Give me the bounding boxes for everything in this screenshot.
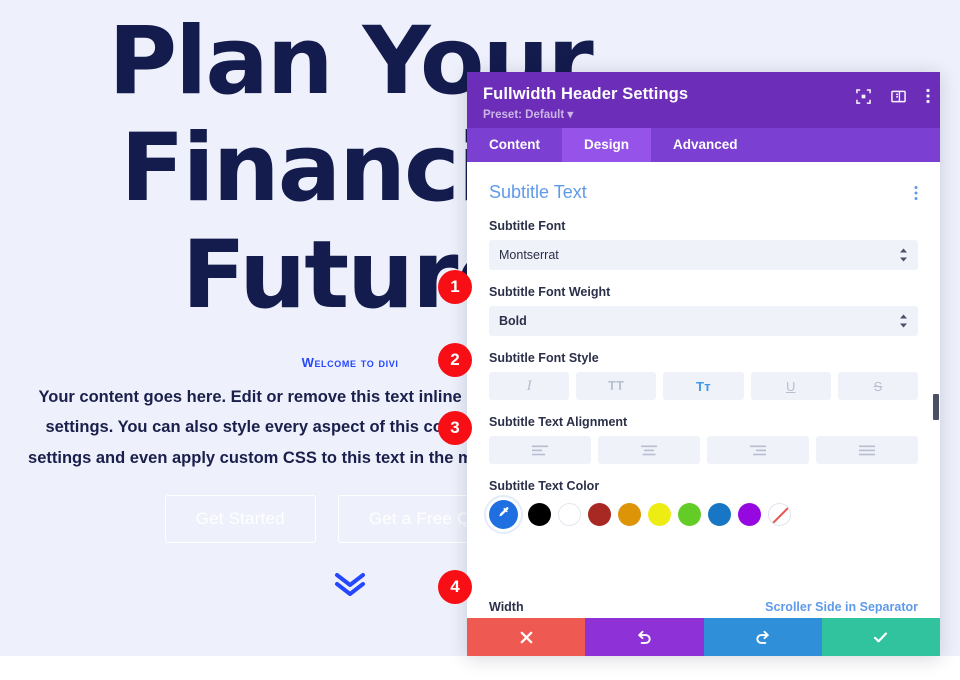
subtitle-text-color-field: Subtitle Text Color [489, 479, 918, 529]
subtitle-font-field: Subtitle Font Montserrat [489, 219, 918, 270]
subtitle-text-alignment-label: Subtitle Text Alignment [489, 415, 628, 429]
modal-body: Subtitle Text Subtitle Font Montserrat S… [467, 162, 940, 618]
double-chevron-down-icon [333, 572, 367, 601]
undo-icon [636, 629, 653, 646]
swatch-green[interactable] [678, 503, 701, 526]
swatch-black[interactable] [528, 503, 551, 526]
modal-footer [467, 618, 940, 656]
swatch-yellow[interactable] [648, 503, 671, 526]
align-justify-icon [859, 445, 875, 456]
screen-root: Plan Your Financial Future Welcome to Di… [0, 0, 960, 680]
get-started-button[interactable]: Get Started [164, 494, 316, 543]
layout-panel-icon[interactable] [891, 89, 906, 104]
redo-button[interactable] [703, 618, 822, 656]
step-badge-2: 2 [438, 343, 472, 377]
page-below-hero [0, 656, 960, 680]
modal-header-icon-group [856, 88, 930, 104]
strikethrough-button[interactable]: S [837, 372, 919, 400]
step-badge-3: 3 [438, 411, 472, 445]
color-swatch-group [489, 500, 918, 529]
font-style-button-group: I TT Tᴛ U S [489, 372, 919, 400]
tab-advanced[interactable]: Advanced [651, 128, 760, 162]
swatch-orange[interactable] [618, 503, 641, 526]
italic-button[interactable]: I [489, 372, 570, 400]
select-arrows-icon [899, 314, 908, 329]
subtitle-font-label: Subtitle Font [489, 219, 566, 233]
subtitle-text-section-header: Subtitle Text [489, 182, 918, 203]
text-alignment-button-group [489, 436, 918, 464]
swatch-dark-red[interactable] [588, 503, 611, 526]
subtitle-font-style-label: Subtitle Font Style [489, 351, 599, 365]
step-badge-4: 4 [438, 570, 472, 604]
more-vertical-icon[interactable] [914, 185, 918, 201]
more-vertical-icon[interactable] [926, 88, 930, 104]
subtitle-text-color-label: Subtitle Text Color [489, 479, 600, 493]
align-justify-button[interactable] [816, 436, 918, 464]
swatch-purple[interactable] [738, 503, 761, 526]
modal-scrollbar-thumb[interactable] [933, 394, 939, 420]
next-settings-row: Width Scroller Side in Separator [489, 600, 918, 614]
subtitle-font-style-field: Subtitle Font Style I TT Tᴛ U S [489, 351, 919, 400]
subtitle-font-weight-value: Bold [499, 314, 527, 328]
eyedropper-icon [496, 505, 511, 525]
swatch-transparent[interactable] [768, 503, 791, 526]
save-button[interactable] [821, 618, 940, 656]
align-right-icon [750, 445, 766, 456]
align-center-button[interactable] [598, 436, 700, 464]
small-caps-button[interactable]: Tᴛ [663, 372, 744, 400]
align-center-icon [641, 445, 657, 456]
undo-button[interactable] [585, 618, 704, 656]
subtitle-font-weight-field: Subtitle Font Weight Bold [489, 285, 918, 336]
preset-selector[interactable]: Preset: Default ▾ [483, 107, 924, 121]
redo-icon [754, 629, 771, 646]
subtitle-font-weight-label: Subtitle Font Weight [489, 285, 611, 299]
subtitle-font-select[interactable]: Montserrat [489, 240, 918, 270]
swatch-white[interactable] [558, 503, 581, 526]
modal-tab-bar: Content Design Advanced [467, 128, 940, 162]
chevron-down-icon: ▾ [567, 109, 574, 121]
swatch-blue[interactable] [708, 503, 731, 526]
subtitle-text-alignment-field: Subtitle Text Alignment [489, 415, 918, 464]
step-badge-1: 1 [438, 270, 472, 304]
width-label: Width [489, 600, 524, 614]
check-icon [872, 629, 889, 646]
section-title: Subtitle Text [489, 182, 587, 202]
scroller-side-label: Scroller Side in Separator [765, 600, 918, 614]
close-icon [519, 630, 534, 645]
subtitle-font-value: Montserrat [499, 248, 559, 262]
subtitle-font-weight-select[interactable]: Bold [489, 306, 918, 336]
align-left-icon [532, 445, 548, 456]
eyedropper-button[interactable] [489, 500, 518, 529]
underline-button[interactable]: U [750, 372, 831, 400]
uppercase-button[interactable]: TT [576, 372, 657, 400]
focus-target-icon[interactable] [856, 88, 871, 104]
align-right-button[interactable] [707, 436, 809, 464]
modal-scrollbar[interactable] [933, 162, 940, 618]
fullwidth-header-settings-modal: Fullwidth Header Settings Preset: Defaul… [467, 72, 940, 656]
modal-header: Fullwidth Header Settings Preset: Defaul… [467, 72, 940, 128]
tab-content[interactable]: Content [467, 128, 562, 162]
tab-design[interactable]: Design [562, 128, 652, 162]
align-left-button[interactable] [489, 436, 591, 464]
select-arrows-icon [899, 248, 908, 263]
cancel-button[interactable] [467, 618, 586, 656]
